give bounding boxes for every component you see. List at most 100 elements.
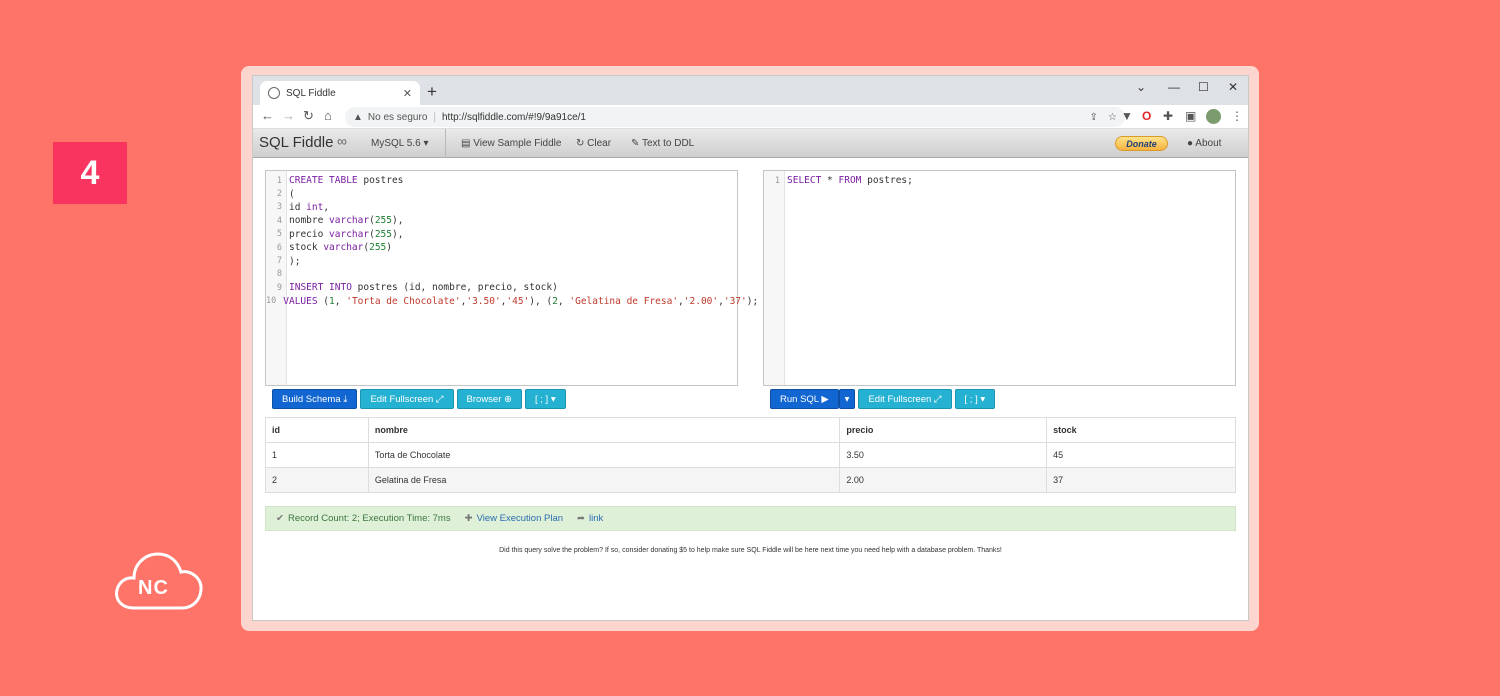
query-code[interactable]: 1 SELECT * FROM postres; (764, 174, 1235, 187)
tab-close-icon[interactable]: ✕ (403, 87, 412, 100)
code-text[interactable]: ); (285, 256, 300, 267)
browser-tab[interactable]: SQL Fiddle ✕ (260, 81, 420, 105)
table-cell: 37 (1046, 467, 1236, 493)
swirl-logo-icon: ∞ (337, 133, 347, 149)
code-line[interactable]: 10 VALUES (1, 'Torta de Chocolate','3.50'… (266, 295, 758, 308)
bookmark-star-icon[interactable]: ☆ (1108, 112, 1117, 123)
schema-edit-fullscreen-button[interactable]: Edit Fullscreen ⤢ (360, 389, 454, 409)
code-text[interactable]: stock varchar(255) (285, 242, 392, 253)
donation-message: Did this query solve the problem? If so,… (499, 547, 1002, 554)
view-execution-plan-link[interactable]: View Execution Plan (477, 513, 563, 524)
code-text[interactable]: VALUES (1, 'Torta de Chocolate','3.50','… (279, 296, 758, 307)
reload-icon[interactable]: ↻ (303, 108, 314, 124)
tab-search-icon[interactable]: ⌄ (1136, 80, 1146, 94)
code-line[interactable]: 8 (266, 268, 737, 281)
step-badge: 4 (53, 142, 127, 204)
code-line[interactable]: 3 id int, (266, 201, 737, 214)
extension-v-icon[interactable]: ▼ (1121, 109, 1133, 123)
clear-link[interactable]: ↻ Clear (576, 138, 611, 149)
browser-button[interactable]: Browser ⊕ (456, 389, 522, 409)
run-sql-caret-button[interactable]: ▾ (838, 389, 856, 409)
line-number: 1 (276, 175, 282, 186)
donate-button[interactable]: Donate (1115, 136, 1168, 151)
execution-status-bar: ✔ Record Count: 2; Execution Time: 7ms ✚… (265, 506, 1236, 531)
maximize-button[interactable]: ☐ (1198, 80, 1209, 94)
code-text[interactable]: CREATE TABLE postres (285, 175, 403, 186)
permalink-link[interactable]: link (589, 513, 603, 524)
address-bar[interactable]: ▲ No es seguro | http://sqlfiddle.com/#!… (345, 107, 1125, 127)
schema-editor[interactable]: 1 CREATE TABLE postres 2(3 id int, 4 nombre v… (265, 170, 758, 386)
home-icon[interactable]: ⌂ (324, 108, 332, 123)
query-editor[interactable]: 1 SELECT * FROM postres; (763, 170, 1236, 386)
url-text[interactable]: http://sqlfiddle.com/#!9/9a91ce/1 (442, 112, 586, 123)
minimize-button[interactable]: — (1168, 80, 1180, 94)
code-text[interactable]: nombre varchar(255), (285, 215, 403, 226)
about-label: About (1195, 138, 1222, 149)
line-number: 8 (276, 269, 282, 280)
code-line[interactable]: 6 stock varchar(255) (266, 241, 737, 254)
close-window-button[interactable]: ✕ (1228, 80, 1238, 94)
line-number: 3 (276, 202, 282, 213)
code-line[interactable]: 2( (266, 187, 737, 200)
sqlfiddle-brand[interactable]: SQL Fiddle (259, 134, 333, 151)
db-version-dropdown[interactable]: MySQL 5.6 ▾ (371, 138, 428, 149)
forward-icon[interactable]: → (282, 108, 295, 123)
db-version-label: MySQL 5.6 (371, 138, 421, 149)
record-count-text: Record Count: 2; Execution Time: 7ms (287, 513, 451, 524)
plus-icon: ✚ (464, 513, 473, 524)
line-number: 7 (276, 256, 282, 267)
code-line[interactable]: 9 INSERT INTO postres (id, nombre, precio… (266, 281, 737, 294)
results-header-row: id nombre precio stock (265, 417, 1236, 443)
tab-title: SQL Fiddle (286, 87, 336, 99)
table-cell: 1 (265, 442, 369, 468)
text-to-ddl-link[interactable]: ✎ Text to DDL (631, 138, 694, 149)
side-panel-icon[interactable]: ▣ (1185, 109, 1196, 123)
opera-extension-icon[interactable]: O (1142, 109, 1151, 123)
query-terminator-dropdown[interactable]: [ ; ] ▾ (954, 389, 996, 409)
new-tab-button[interactable]: + (427, 82, 437, 102)
column-header: id (265, 417, 369, 443)
line-number: 6 (276, 242, 282, 253)
code-text[interactable]: ( (285, 189, 295, 200)
schema-terminator-dropdown[interactable]: [ ; ] ▾ (524, 389, 566, 409)
code-line[interactable]: 7); (266, 254, 737, 267)
checkmark-icon: ✔ (276, 513, 284, 524)
line-number: 5 (276, 229, 282, 240)
view-sample-link[interactable]: ▤ View Sample Fiddle (461, 138, 561, 149)
share-icon[interactable]: ⇪ (1090, 112, 1098, 123)
table-cell: Gelatina de Fresa (367, 467, 841, 493)
code-line[interactable]: 1 SELECT * FROM postres; (764, 174, 1235, 187)
view-sample-label: View Sample Fiddle (473, 138, 562, 149)
build-schema-button[interactable]: Build Schema ⤓ (272, 389, 358, 409)
sqlfiddle-navbar: SQL Fiddle ∞ MySQL 5.6 ▾ ▤ View Sample F… (253, 129, 1248, 158)
schema-code[interactable]: 1 CREATE TABLE postres 2(3 id int, 4 nombre v… (266, 174, 758, 308)
results-table: id nombre precio stock 1 Torta de Chocol… (265, 417, 1236, 493)
security-label[interactable]: No es seguro (368, 112, 427, 123)
table-cell: 45 (1046, 442, 1236, 468)
browser-window: SQL Fiddle ✕ + ⌄ — ☐ ✕ ← → ↻ ⌂ ▲ No es s… (252, 75, 1249, 621)
code-text[interactable]: id int, (285, 202, 329, 213)
code-line[interactable]: 4 nombre varchar(255), (266, 214, 737, 227)
table-cell: Torta de Chocolate (367, 442, 841, 468)
menu-kebab-icon[interactable]: ⋮ (1231, 109, 1243, 123)
code-line[interactable]: 1 CREATE TABLE postres (266, 174, 737, 187)
code-text[interactable]: INSERT INTO postres (id, nombre, precio,… (285, 282, 558, 293)
line-number: 2 (276, 189, 282, 200)
url-separator: | (433, 111, 436, 123)
run-sql-button[interactable]: Run SQL ▶ (770, 389, 839, 409)
query-edit-fullscreen-button[interactable]: Edit Fullscreen ⤢ (858, 389, 952, 409)
profile-avatar[interactable] (1206, 109, 1221, 124)
column-header: stock (1046, 417, 1236, 443)
line-number: 4 (276, 215, 282, 226)
table-row: 1 Torta de Chocolate 3.50 45 (265, 442, 1236, 468)
about-link[interactable]: ● About (1187, 138, 1221, 149)
extensions-puzzle-icon[interactable]: ✚ (1163, 109, 1173, 123)
code-line[interactable]: 5 precio varchar(255), (266, 228, 737, 241)
table-cell: 3.50 (839, 442, 1048, 468)
address-toolbar: ← → ↻ ⌂ ▲ No es seguro | http://sqlfiddl… (253, 105, 1248, 129)
back-icon[interactable]: ← (261, 108, 274, 123)
caret-down-icon: ▾ (423, 138, 429, 149)
line-number: 10 (266, 296, 277, 307)
code-text[interactable]: SELECT * FROM postres; (783, 175, 913, 186)
code-text[interactable]: precio varchar(255), (285, 229, 403, 240)
